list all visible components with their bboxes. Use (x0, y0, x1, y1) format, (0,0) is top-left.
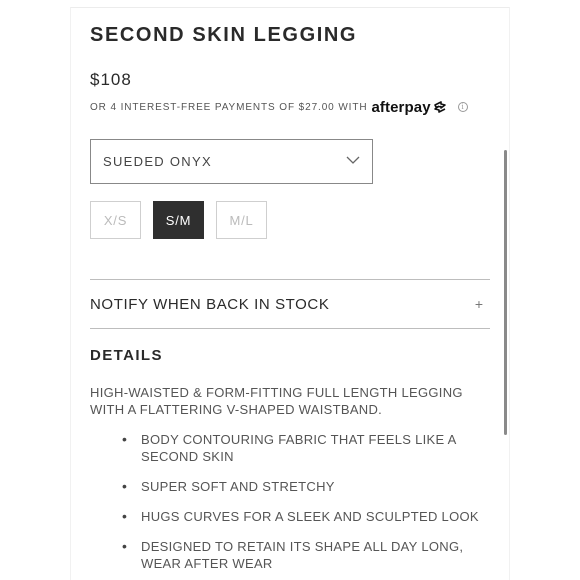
list-item: • HUGS CURVES FOR A SLEEK AND SCULPTED L… (90, 508, 500, 525)
afterpay-arrows-icon (433, 101, 446, 113)
afterpay-info: OR 4 INTEREST-FREE PAYMENTS OF $27.00 WI… (90, 97, 468, 117)
afterpay-text: OR 4 INTEREST-FREE PAYMENTS OF $27.00 WI… (90, 101, 368, 113)
bullet: • (122, 478, 127, 494)
notify-back-in-stock-toggle[interactable]: NOTIFY WHEN BACK IN STOCK + (90, 280, 490, 328)
size-option-ml[interactable]: M/L (216, 201, 267, 239)
notify-label: NOTIFY WHEN BACK IN STOCK (90, 295, 330, 313)
chevron-down-icon (346, 156, 360, 164)
product-description: HIGH-WAISTED & FORM-FITTING FULL LENGTH … (90, 385, 463, 417)
product-title: SECOND SKIN LEGGING (90, 24, 358, 46)
divider (90, 328, 490, 329)
size-option-sm[interactable]: S/M (153, 201, 204, 239)
details-heading: DETAILS (90, 347, 163, 364)
product-page: SECOND SKIN LEGGING $108 OR 4 INTEREST-F… (0, 0, 580, 580)
feature-list: • BODY CONTOURING FABRIC THAT FEELS LIKE… (90, 431, 500, 580)
info-icon[interactable]: i (457, 102, 468, 112)
feature-text: HUGS CURVES FOR A SLEEK AND SCULPTED LOO… (141, 509, 479, 524)
scrollbar[interactable] (504, 150, 507, 435)
plus-icon: + (474, 296, 483, 312)
list-item: • BODY CONTOURING FABRIC THAT FEELS LIKE… (90, 431, 500, 465)
product-price: $108 (90, 70, 132, 89)
size-option-xs[interactable]: X/S (90, 201, 141, 239)
list-item: • DESIGNED TO RETAIN ITS SHAPE ALL DAY L… (90, 538, 500, 572)
bullet: • (122, 431, 127, 447)
bullet: • (122, 508, 127, 524)
list-item: • SUPER SOFT AND STRETCHY (90, 478, 500, 495)
color-select[interactable]: SUEDED ONYX (90, 139, 373, 184)
color-select-value: SUEDED ONYX (103, 154, 212, 169)
feature-text: SUPER SOFT AND STRETCHY (141, 479, 335, 494)
feature-text: DESIGNED TO RETAIN ITS SHAPE ALL DAY LON… (141, 539, 464, 571)
afterpay-logo-text: afterpay (371, 98, 431, 116)
feature-text: BODY CONTOURING FABRIC THAT FEELS LIKE A… (141, 432, 456, 464)
size-selector: X/S S/M M/L (90, 201, 279, 239)
bullet: • (122, 538, 127, 554)
afterpay-logo[interactable]: afterpay (371, 99, 447, 116)
